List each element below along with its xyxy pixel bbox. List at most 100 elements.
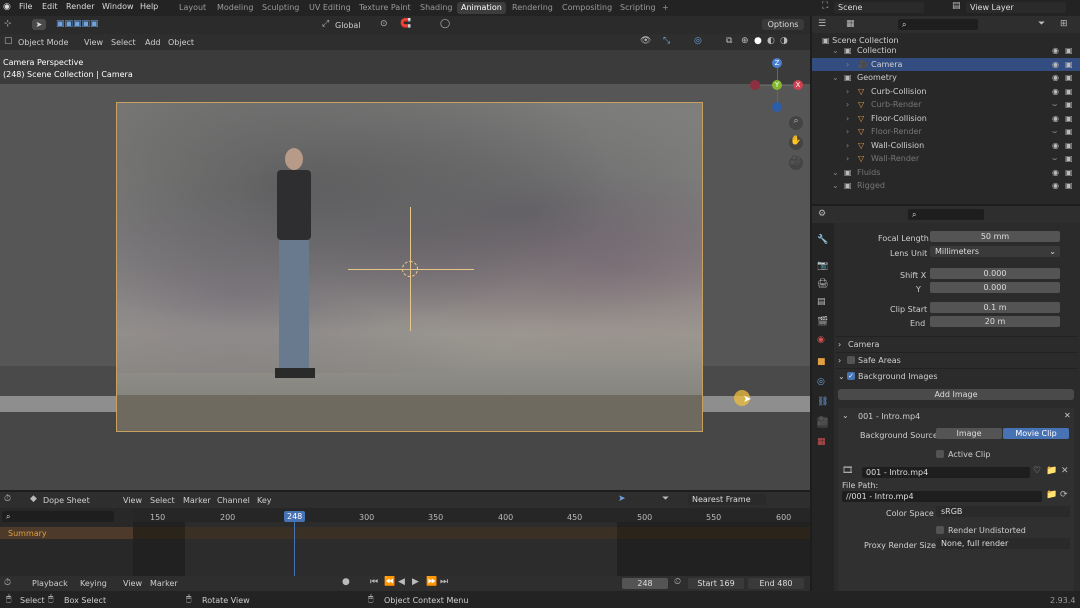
tab-rendering[interactable]: Rendering: [512, 3, 553, 12]
chevron-right-icon[interactable]: ›: [846, 58, 849, 72]
filter-icon[interactable]: ⏷: [662, 494, 669, 505]
current-frame-badge[interactable]: 248: [284, 511, 306, 522]
properties-search[interactable]: ⌕: [908, 209, 984, 220]
eye-icon[interactable]: ⌣: [1052, 125, 1057, 139]
chevron-right-icon[interactable]: ›: [846, 152, 849, 166]
eye-icon[interactable]: ◉: [1052, 71, 1059, 85]
world-tab-icon[interactable]: ◉: [817, 335, 825, 346]
navigation-gizmo[interactable]: Z Y X: [750, 58, 806, 114]
gizmo-neg-x[interactable]: [750, 80, 760, 90]
dope-menu-key[interactable]: Key: [257, 496, 272, 505]
viewport-menu-select[interactable]: Select: [111, 38, 136, 47]
shading-wireframe-icon[interactable]: ⊕: [741, 36, 749, 47]
outliner-row-rigged[interactable]: ⌄ ▣ Rigged ◉ ▣: [812, 179, 1080, 193]
physics-tab-icon[interactable]: ◎: [817, 377, 825, 388]
preview-range-icon[interactable]: ⏲: [674, 577, 681, 588]
jump-end-icon[interactable]: ⏭: [440, 577, 448, 588]
eye-icon[interactable]: ◉: [1052, 58, 1059, 72]
outliner-row-curb-render[interactable]: › ▽ Curb-Render ⌣ ▣: [812, 98, 1080, 112]
chevron-right-icon[interactable]: ›: [846, 125, 849, 139]
outliner-editor-icon[interactable]: ☰: [818, 19, 826, 30]
outliner-row-floor-render[interactable]: › ▽ Floor-Render ⌣ ▣: [812, 125, 1080, 139]
outliner-row-camera[interactable]: › 🎥 Camera ◉ ▣: [812, 57, 1080, 72]
safe-areas-panel-header[interactable]: › Safe Areas: [836, 352, 1078, 366]
scene-icon[interactable]: ⛶: [822, 1, 828, 12]
pivot-icon[interactable]: ⊙: [380, 19, 388, 30]
render-camera-icon[interactable]: ▣: [1065, 139, 1073, 153]
camera-view-icon[interactable]: 🎥: [789, 156, 803, 170]
render-camera-icon[interactable]: ▣: [1065, 166, 1073, 180]
dope-menu-view[interactable]: View: [123, 496, 142, 505]
outliner-root[interactable]: ▣ Scene Collection: [822, 34, 1080, 48]
new-collection-icon[interactable]: ⊞: [1060, 19, 1068, 30]
fake-user-icon[interactable]: ♡: [1033, 466, 1041, 477]
dope-menu-select[interactable]: Select: [150, 496, 175, 505]
close-icon[interactable]: ✕: [1064, 411, 1071, 420]
safe-areas-checkbox[interactable]: [847, 356, 855, 364]
outliner-row-geometry[interactable]: ⌄ ▣ Geometry ◉ ▣: [812, 71, 1080, 85]
menu-window[interactable]: Window: [102, 2, 134, 11]
dope-sheet-mode-dropdown[interactable]: Dope Sheet: [43, 496, 90, 505]
scene-selector[interactable]: Scene: [834, 2, 924, 13]
eye-icon[interactable]: ⌣: [1052, 98, 1057, 112]
render-camera-icon[interactable]: ▣: [1065, 98, 1073, 112]
timeline-menu-marker[interactable]: Marker: [150, 579, 178, 588]
shift-x-field[interactable]: 0.000: [930, 268, 1060, 279]
bg-source-movie-button[interactable]: Movie Clip: [1003, 428, 1069, 439]
viewport-menu-object[interactable]: Object: [168, 38, 194, 47]
record-icon[interactable]: ●: [342, 577, 350, 588]
tab-sculpting[interactable]: Sculpting: [262, 3, 299, 12]
next-keyframe-icon[interactable]: ⏩: [426, 577, 437, 588]
overlay-toggle-icon[interactable]: ◎: [694, 36, 702, 47]
shading-solid-icon[interactable]: ●: [754, 36, 762, 47]
eye-icon[interactable]: ◉: [1052, 179, 1059, 193]
current-frame-field[interactable]: 248: [622, 578, 668, 589]
menu-edit[interactable]: Edit: [42, 2, 58, 11]
render-camera-icon[interactable]: ▣: [1065, 112, 1073, 126]
blender-logo-icon[interactable]: ◉: [3, 2, 11, 13]
channel-search[interactable]: ⌕: [2, 511, 114, 522]
viewport[interactable]: ⊹ ➤ ▣▣▣▣▣ ⤢ Global ⊙ 🧲 ◯ Options ▢ Objec…: [0, 16, 810, 490]
tab-texture-paint[interactable]: Texture Paint: [359, 3, 411, 12]
menu-file[interactable]: File: [19, 2, 32, 11]
dope-sheet[interactable]: ⏱ ◆ Dope Sheet View Select Marker Channe…: [0, 492, 810, 576]
xray-icon[interactable]: ⧉: [726, 36, 732, 47]
start-frame-field[interactable]: Start 169: [688, 578, 744, 589]
view-layer-tab-icon[interactable]: ▤: [817, 297, 826, 308]
add-workspace-icon[interactable]: +: [662, 3, 669, 12]
jump-start-icon[interactable]: ⏮: [370, 577, 378, 588]
timeline-editor-icon[interactable]: ⏱: [4, 578, 11, 589]
active-clip-checkbox[interactable]: [936, 450, 944, 458]
gizmo-toggle-icon[interactable]: ⤡: [663, 36, 670, 47]
color-space-dropdown[interactable]: sRGB: [936, 506, 1070, 517]
eye-icon[interactable]: ◉: [1052, 112, 1059, 126]
focal-length-field[interactable]: 50 mm: [930, 231, 1060, 242]
play-reverse-icon[interactable]: ◀: [398, 577, 405, 588]
camera-data-tab-icon[interactable]: 🎥: [817, 417, 829, 428]
zoom-icon[interactable]: ⌕: [789, 116, 803, 130]
menu-help[interactable]: Help: [140, 2, 158, 11]
unlink-icon[interactable]: ✕: [1061, 466, 1069, 477]
chevron-down-icon[interactable]: ⌄: [832, 179, 839, 193]
bg-images-checkbox[interactable]: ✓: [847, 372, 855, 380]
tab-modeling[interactable]: Modeling: [217, 3, 253, 12]
render-camera-icon[interactable]: ▣: [1065, 71, 1073, 85]
outliner-row-wall-collision[interactable]: › ▽ Wall-Collision ◉ ▣: [812, 139, 1080, 153]
dope-sheet-editor-icon[interactable]: ⏱: [4, 494, 11, 505]
snap-mode-dropdown[interactable]: Nearest Frame: [688, 494, 766, 505]
clip-start-field[interactable]: 0.1 m: [930, 302, 1060, 313]
outliner-row-wall-render[interactable]: › ▽ Wall-Render ⌣ ▣: [812, 152, 1080, 166]
file-path-field[interactable]: //001 - Intro.mp4: [842, 491, 1042, 502]
chevron-right-icon[interactable]: ›: [846, 139, 849, 153]
lens-unit-dropdown[interactable]: Millimeters ⌄: [930, 246, 1060, 257]
outliner-row-fluids[interactable]: ⌄ ▣ Fluids ◉ ▣: [812, 166, 1080, 180]
render-tab-icon[interactable]: 📷: [817, 261, 828, 272]
eye-icon[interactable]: ◉: [1052, 166, 1059, 180]
texture-tab-icon[interactable]: ▦: [817, 437, 826, 448]
prev-keyframe-icon[interactable]: ⏪: [384, 577, 395, 588]
render-undistorted-checkbox[interactable]: [936, 526, 944, 534]
dope-menu-marker[interactable]: Marker: [183, 496, 211, 505]
shift-y-field[interactable]: 0.000: [930, 282, 1060, 293]
menu-render[interactable]: Render: [66, 2, 94, 11]
proportional-icon[interactable]: ◯: [440, 19, 450, 30]
